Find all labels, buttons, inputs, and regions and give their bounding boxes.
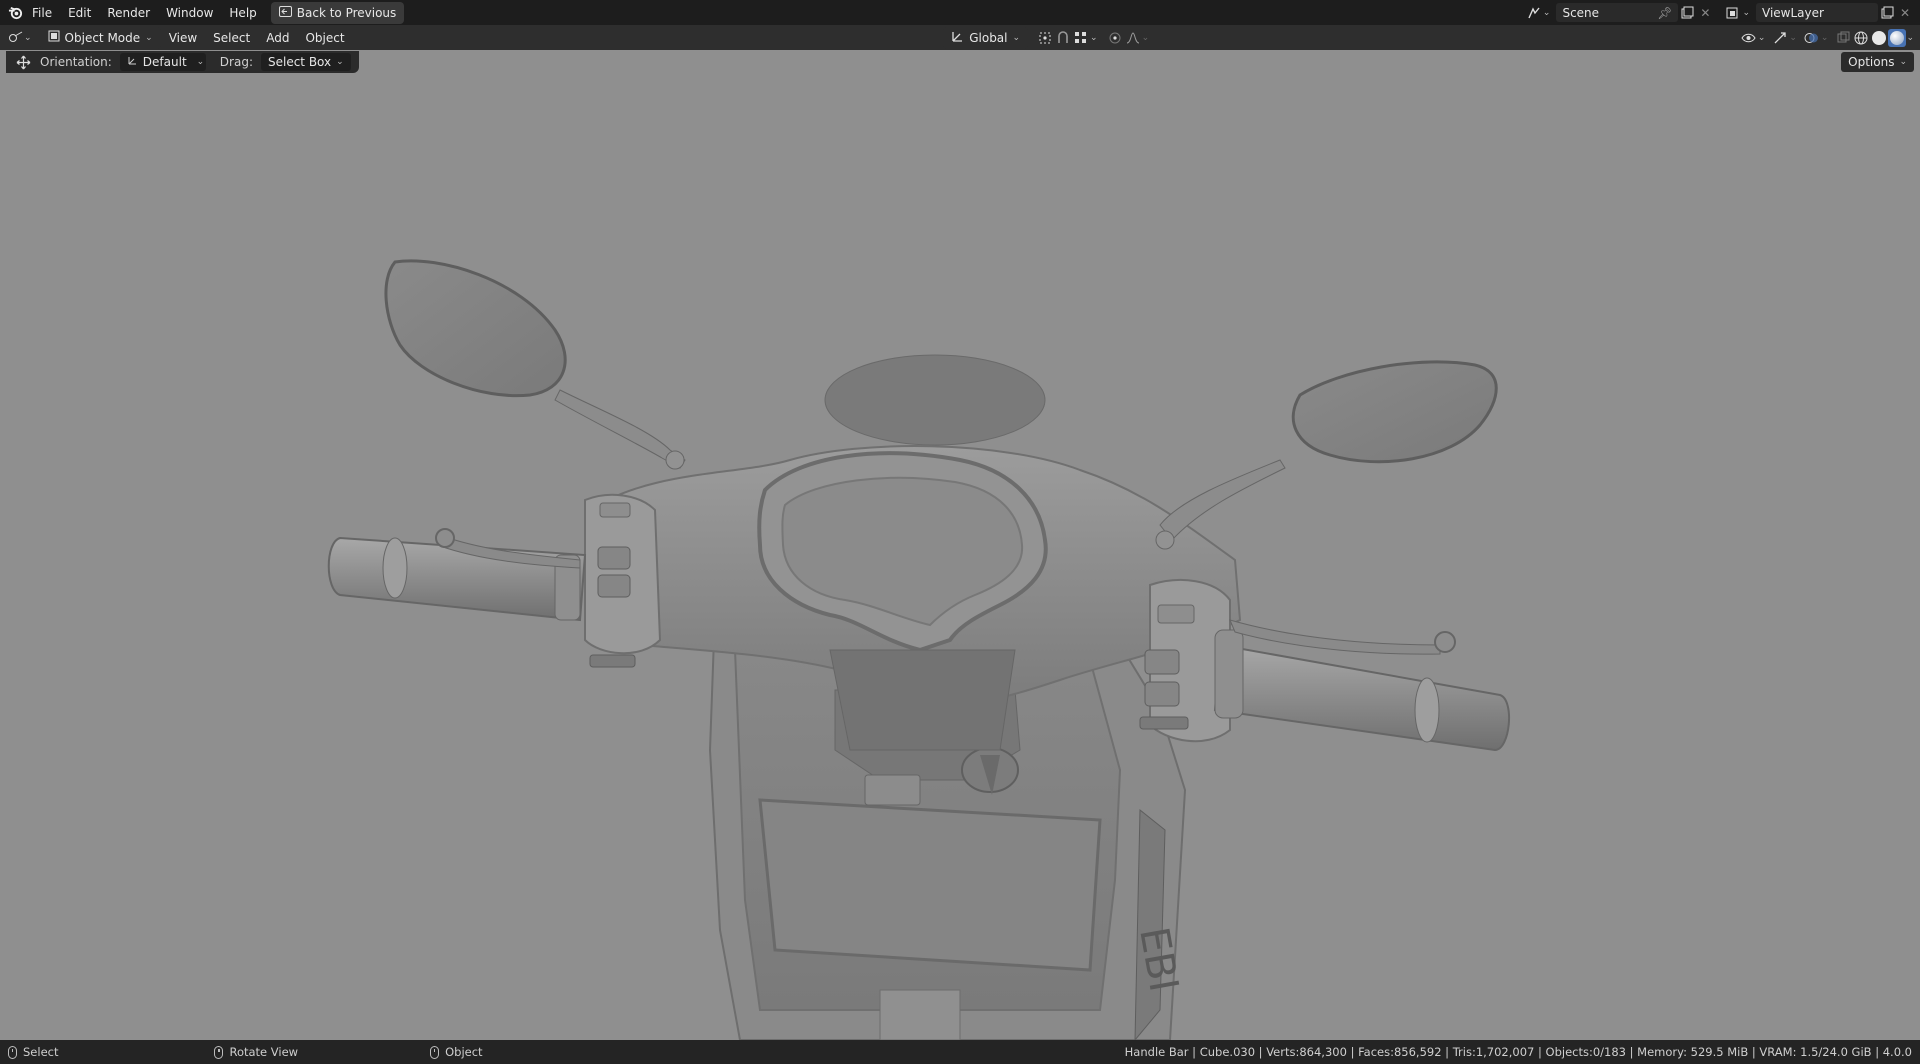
visibility-icon[interactable] <box>1740 29 1758 47</box>
gizmo-icon[interactable] <box>1771 29 1789 47</box>
status-select: Select <box>8 1045 58 1059</box>
view-layer-chevron-down-icon[interactable]: ⌄ <box>1742 8 1750 18</box>
options-dropdown[interactable]: Options ⌄ <box>1841 52 1914 72</box>
status-select-label: Select <box>23 1045 59 1059</box>
menu-window[interactable]: Window <box>158 3 221 23</box>
mode-chevron-down-icon: ⌄ <box>145 32 153 43</box>
status-object-label: Object <box>445 1045 483 1059</box>
menu-select[interactable]: Select <box>205 28 258 48</box>
right-mouse-icon <box>430 1045 440 1059</box>
overlays-chevron-icon[interactable]: ⌄ <box>1821 33 1829 43</box>
proportional-editing-icon[interactable] <box>1106 29 1124 47</box>
shading-chevron-icon[interactable]: ⌄ <box>1906 33 1914 43</box>
delete-view-layer-icon[interactable]: ✕ <box>1896 4 1914 22</box>
material-preview-shading-icon[interactable] <box>1888 28 1907 47</box>
mode-label: Object Mode <box>64 30 141 45</box>
visibility-chevron-icon[interactable]: ⌄ <box>1758 33 1766 43</box>
menu-help[interactable]: Help <box>221 3 264 23</box>
orientation-value: Default <box>142 55 187 69</box>
left-mouse-icon <box>8 1045 17 1059</box>
menu-view[interactable]: View <box>161 28 205 48</box>
menu-edit[interactable]: Edit <box>60 3 99 23</box>
transform-orientation-selector[interactable]: Global ⌄ <box>943 26 1029 49</box>
falloff-chevron-icon[interactable]: ⌄ <box>1142 33 1150 43</box>
back-to-previous-button[interactable]: Back to Previous <box>270 1 405 24</box>
drag-value: Select Box <box>267 55 332 69</box>
middle-mouse-icon <box>214 1045 224 1059</box>
xray-icon[interactable] <box>1834 29 1852 47</box>
snap-chevron-icon[interactable]: ⌄ <box>1090 33 1098 43</box>
blender-logo-icon[interactable] <box>6 4 24 22</box>
orientation-dropdown[interactable]: Default ⌄ <box>119 53 206 71</box>
viewport-header: ⌄ Object Mode ⌄ View Select Add Object G… <box>0 25 1920 50</box>
scene-chevron-down-icon[interactable]: ⌄ <box>1543 8 1551 18</box>
drag-label: Drag: <box>219 55 253 69</box>
tool-settings: Orientation: Default ⌄ Drag: Select Box … <box>0 50 1920 74</box>
scene-statistics: Handle Bar | Cube.030 | Verts:864,300 | … <box>1124 1045 1912 1059</box>
options-chevron-icon: ⌄ <box>1899 57 1907 67</box>
editor-type-icon[interactable] <box>6 29 24 47</box>
orientation-default-icon <box>127 55 138 69</box>
overlays-icon[interactable] <box>1803 29 1821 47</box>
scene-name: Scene <box>1562 5 1600 20</box>
drag-dropdown[interactable]: Select Box ⌄ <box>260 53 351 71</box>
new-scene-icon[interactable] <box>1678 4 1696 22</box>
gizmo-chevron-icon[interactable]: ⌄ <box>1789 33 1797 43</box>
status-rotate: Rotate View <box>214 1045 298 1059</box>
orientation-chevron-down-icon: ⌄ <box>1012 32 1021 43</box>
view-layer-icon[interactable] <box>1724 4 1742 22</box>
menu-file[interactable]: File <box>24 3 60 23</box>
scene-icon[interactable] <box>1525 4 1543 22</box>
new-view-layer-icon[interactable] <box>1878 4 1896 22</box>
scooter-model-render[interactable]: EBI <box>0 50 1920 1042</box>
menu-object[interactable]: Object <box>297 28 352 48</box>
back-icon <box>278 5 292 20</box>
view-layer-selector[interactable]: ViewLayer <box>1756 3 1878 22</box>
tool-settings-panel: Orientation: Default ⌄ Drag: Select Box … <box>6 51 359 73</box>
move-tool-icon[interactable] <box>14 53 32 71</box>
editor-type-chevron-icon[interactable]: ⌄ <box>24 33 32 43</box>
top-bar: File Edit Render Window Help Back to Pre… <box>0 0 1920 25</box>
delete-scene-icon[interactable]: ✕ <box>1696 4 1714 22</box>
pivot-point-icon[interactable] <box>1036 29 1054 47</box>
scene-selector[interactable]: Scene 📌︎ <box>1556 3 1679 22</box>
mode-selector[interactable]: Object Mode ⌄ <box>39 26 161 49</box>
orientation-label: Orientation: <box>40 55 112 69</box>
menu-add[interactable]: Add <box>258 28 297 48</box>
view-layer-name: ViewLayer <box>1762 5 1824 20</box>
snap-increment-icon[interactable] <box>1072 29 1090 47</box>
solid-shading-icon[interactable] <box>1870 29 1888 47</box>
menu-render[interactable]: Render <box>99 3 158 23</box>
object-mode-icon <box>48 30 60 45</box>
back-to-previous-label: Back to Previous <box>296 5 397 20</box>
3d-viewport[interactable]: EBI <box>0 50 1920 1042</box>
pin-icon[interactable]: 📌︎ <box>1657 6 1672 20</box>
options-label: Options <box>1848 55 1895 69</box>
status-rotate-label: Rotate View <box>229 1045 299 1059</box>
status-bar: Select Rotate View Object Handle Bar | C… <box>0 1040 1920 1064</box>
orientation-axes-icon <box>951 30 964 46</box>
snap-icon[interactable] <box>1054 29 1072 47</box>
orientation-dropdown-chevron-icon: ⌄ <box>196 57 205 67</box>
transform-orientation-label: Global <box>969 30 1008 45</box>
falloff-curve-icon[interactable] <box>1124 29 1142 47</box>
wireframe-shading-icon[interactable] <box>1852 29 1870 47</box>
drag-dropdown-chevron-icon: ⌄ <box>336 57 344 67</box>
status-object: Object <box>430 1045 483 1059</box>
